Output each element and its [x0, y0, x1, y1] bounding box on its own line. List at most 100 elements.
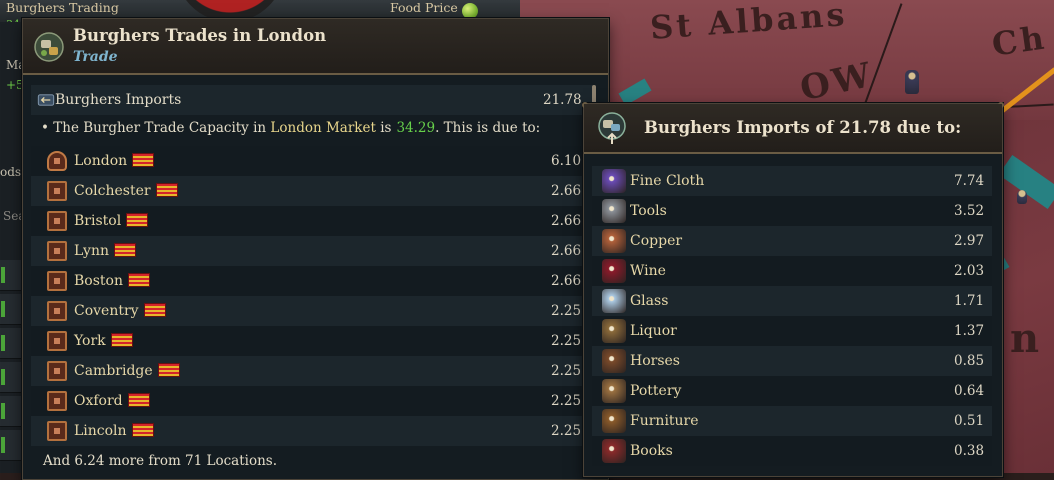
location-value: 2.25: [551, 363, 582, 379]
army-unit-icon[interactable]: [1017, 190, 1027, 204]
status-bar: [1, 267, 5, 283]
goods-name[interactable]: Pottery: [630, 376, 681, 406]
location-name-text: Lincoln: [74, 423, 127, 439]
goods-name[interactable]: Fine Cloth: [630, 166, 704, 196]
location-row[interactable]: Coventry 2.25: [31, 296, 593, 326]
burghers-trading-label: Burghers Trading: [6, 0, 119, 15]
location-value: 6.10: [551, 153, 582, 169]
burghers-imports-row[interactable]: Burghers Imports 21.78: [31, 85, 593, 115]
goods-value: 2.03: [954, 263, 985, 279]
location-name-text: Bristol: [74, 213, 122, 229]
goods-row[interactable]: Fine Cloth 7.74: [592, 166, 992, 196]
imports-label: Burghers Imports: [55, 92, 182, 108]
sidebar-slot[interactable]: [0, 396, 22, 427]
location-name[interactable]: Oxford: [74, 386, 149, 416]
england-flag-icon: [133, 154, 154, 166]
location-value: 2.25: [551, 423, 582, 439]
location-row[interactable]: York 2.25: [31, 326, 593, 356]
goods-name[interactable]: Books: [630, 436, 673, 466]
capital-location-icon: [47, 151, 67, 171]
copper-icon: [602, 229, 626, 253]
location-row[interactable]: Lynn 2.66: [31, 236, 593, 266]
england-flag-icon: [156, 184, 177, 196]
england-flag-icon: [111, 334, 132, 346]
goods-value: 3.52: [954, 203, 985, 219]
location-row[interactable]: Lincoln 2.25: [31, 416, 593, 446]
sidebar-slot[interactable]: [0, 328, 22, 359]
england-flag-icon: [132, 424, 153, 436]
note-is: is: [380, 120, 392, 136]
location-row[interactable]: Bristol 2.66: [31, 206, 593, 236]
goods-row[interactable]: Furniture 0.51: [592, 406, 992, 436]
goods-row[interactable]: Liquor 1.37: [592, 316, 992, 346]
goods-name[interactable]: Horses: [630, 346, 680, 376]
bullet: •: [41, 120, 49, 136]
england-flag-icon: [128, 394, 149, 406]
goods-row[interactable]: Tools 3.52: [592, 196, 992, 226]
location-row[interactable]: London 6.10: [31, 146, 593, 176]
england-flag-icon: [144, 304, 165, 316]
location-row[interactable]: Colchester 2.66: [31, 176, 593, 206]
location-name-text: Coventry: [74, 303, 139, 319]
market-link[interactable]: London Market: [270, 120, 375, 136]
army-unit-icon[interactable]: [905, 70, 919, 94]
location-name-text: Oxford: [74, 393, 123, 409]
location-name[interactable]: Boston: [74, 266, 149, 296]
goods-name[interactable]: Wine: [630, 256, 666, 286]
furniture-icon: [602, 409, 626, 433]
goods-row[interactable]: Pottery 0.64: [592, 376, 992, 406]
goods-value: 0.38: [954, 443, 985, 459]
location-row[interactable]: Boston 2.66: [31, 266, 593, 296]
goods-name[interactable]: Tools: [630, 196, 667, 226]
location-row[interactable]: Cambridge 2.25: [31, 356, 593, 386]
location-name[interactable]: Lynn: [74, 236, 135, 266]
location-icon: [47, 211, 67, 231]
tooltip-header: Burghers Imports of 21.78 due to:: [584, 104, 1002, 154]
goods-row[interactable]: Wine 2.03: [592, 256, 992, 286]
sidebar-slot[interactable]: [0, 362, 22, 393]
tooltip-header: Burghers Trades in London Trade: [23, 19, 608, 75]
goods-row[interactable]: Copper 2.97: [592, 226, 992, 256]
location-name[interactable]: London: [74, 146, 154, 176]
location-name-text: London: [74, 153, 128, 169]
location-name[interactable]: Lincoln: [74, 416, 153, 446]
goods-name[interactable]: Glass: [630, 286, 668, 316]
sidebar-slot[interactable]: [0, 260, 22, 291]
goods-row[interactable]: Glass 1.71: [592, 286, 992, 316]
sidebar-slot[interactable]: [0, 294, 22, 325]
location-icon: [47, 331, 67, 351]
burghers-imports-tooltip: Burghers Imports of 21.78 due to: Fine C…: [582, 102, 1004, 477]
goods-row[interactable]: Horses 0.85: [592, 346, 992, 376]
tooltip-title: Burghers Trades in London: [73, 26, 327, 45]
location-name-text: Cambridge: [74, 363, 153, 379]
goods-name[interactable]: Copper: [630, 226, 682, 256]
goods-row[interactable]: Books 0.38: [592, 436, 992, 466]
food-apple-icon: [462, 3, 478, 19]
location-name-text: Boston: [74, 273, 123, 289]
burghers-trades-tooltip: Burghers Trades in London Trade Burghers…: [22, 18, 609, 480]
location-name[interactable]: Coventry: [74, 296, 165, 326]
goods-value: 0.85: [954, 353, 985, 369]
england-flag-icon: [128, 274, 149, 286]
location-value: 2.66: [551, 183, 582, 199]
goods-value: 1.37: [954, 323, 985, 339]
food-price-label: Food Price: [390, 0, 458, 15]
location-name[interactable]: Colchester: [74, 176, 177, 206]
note-suffix: . This is due to:: [435, 120, 541, 136]
wine-icon: [602, 259, 626, 283]
location-icon: [47, 391, 67, 411]
location-name[interactable]: Cambridge: [74, 356, 179, 386]
goods-name[interactable]: Furniture: [630, 406, 699, 436]
england-flag-icon: [115, 244, 135, 256]
goods-value: 1.71: [954, 293, 985, 309]
location-name[interactable]: York: [74, 326, 132, 356]
location-name[interactable]: Bristol: [74, 206, 148, 236]
location-row[interactable]: Oxford 2.25: [31, 386, 593, 416]
imports-arrow-icon: [37, 94, 55, 106]
more-locations-footer: And 6.24 more from 71 Locations.: [43, 453, 278, 469]
goods-name[interactable]: Liquor: [630, 316, 677, 346]
liquor-icon: [602, 319, 626, 343]
trade-import-icon: [598, 112, 626, 144]
sidebar-slot[interactable]: [0, 430, 22, 461]
location-value: 2.66: [551, 213, 582, 229]
